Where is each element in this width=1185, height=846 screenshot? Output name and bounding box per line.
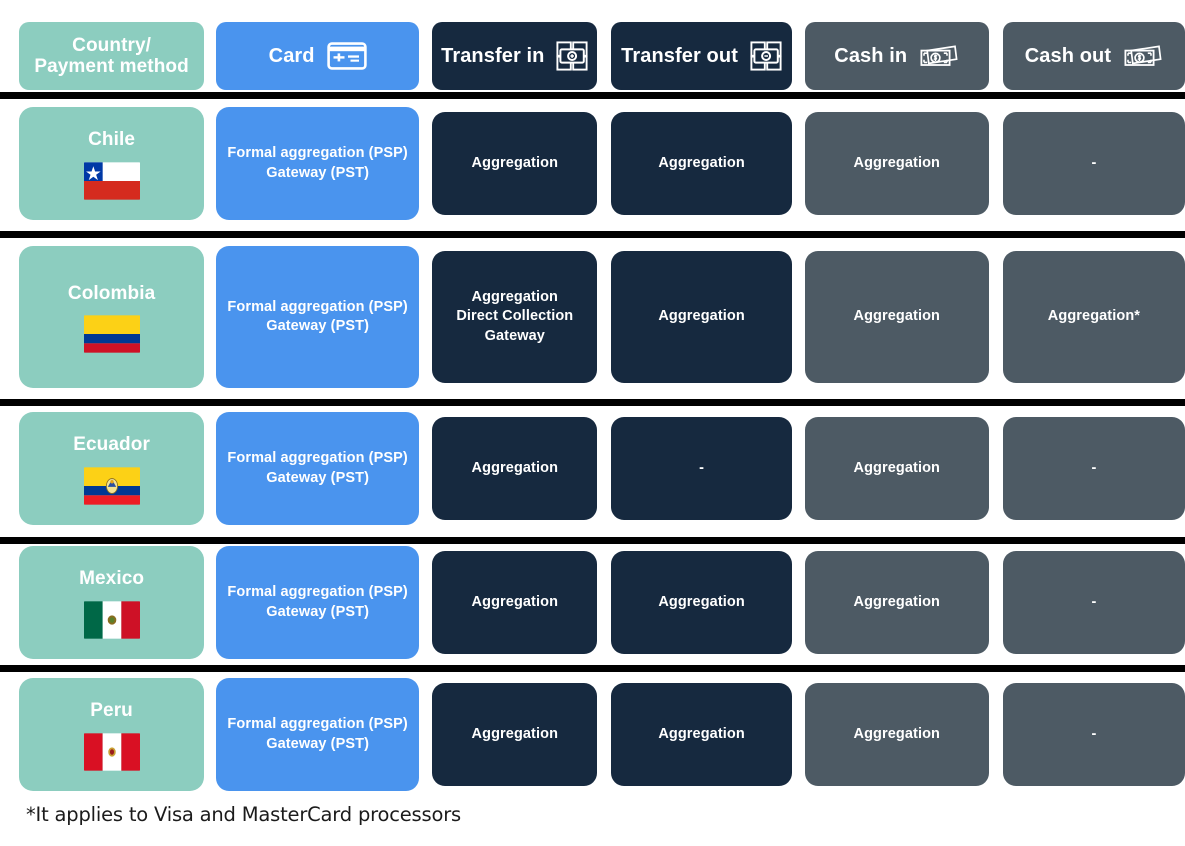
header-label-country: Country/ Payment method [34,34,189,77]
table-row: Mexico Formal aggregation (PSP) Gateway … [0,546,1185,659]
cash-out-value: - [1091,154,1097,171]
cash-out-cell-mexico: - [1002,551,1185,654]
peru-flag [83,732,140,771]
cash-out-value: - [1091,459,1097,476]
credit-card-icon [326,42,367,70]
transfer-in-value: Aggregation Direct Collection Gateway [456,289,574,344]
transfer-in-cell-mexico: Aggregation [432,551,598,654]
chile-flag [83,161,140,200]
transfer-out-value: Aggregation [658,725,745,742]
transfer-out-value: Aggregation [658,593,745,610]
country-cell-chile: Chile [19,107,205,220]
transfer-in-icon [556,41,589,71]
transfer-out-value: - [699,459,705,476]
header-cell-cash-in: Cash in [804,22,989,90]
transfer-in-cell-colombia: Aggregation Direct Collection Gateway [432,251,598,383]
header-cell-transfer-in: Transfer in [432,22,598,90]
cash-out-cell-peru: - [1002,683,1185,786]
cash-in-icon [919,42,959,70]
cash-out-value: Aggregation* [1047,308,1141,325]
cash-out-cell-colombia: Aggregation* [1002,251,1185,383]
transfer-in-value: Aggregation [471,593,559,610]
cash-in-cell-chile: Aggregation [804,112,989,215]
mexico-flag [83,600,140,639]
divider-bar-5 [0,665,1185,672]
header-cell-card: Card [216,22,420,90]
header-cell-cash-out: Cash out [1002,22,1185,90]
country-label: Colombia [67,282,156,304]
header-cell-transfer-out: Transfer out [611,22,792,90]
transfer-in-cell-ecuador: Aggregation [432,417,598,520]
cash-out-value: - [1091,725,1097,742]
table-row: Chile Formal aggregation (PSP) Gateway (… [0,107,1185,220]
card-cell-mexico: Formal aggregation (PSP) Gateway (PST) [216,546,420,659]
country-label: Peru [90,700,133,722]
cash-out-icon [1123,42,1163,70]
transfer-out-cell-ecuador: - [611,417,792,520]
table-header-row: Country/ Payment method Card Transfer in [0,22,1185,90]
header-label-transfer-out: Transfer out [621,44,738,67]
country-label: Chile [88,129,136,151]
cash-out-value: - [1091,593,1097,610]
transfer-in-value: Aggregation [471,725,559,742]
transfer-out-cell-colombia: Aggregation [611,251,792,383]
cash-in-cell-mexico: Aggregation [804,551,989,654]
country-cell-ecuador: Ecuador [19,412,205,525]
transfer-in-value: Aggregation [471,154,559,171]
header-label-transfer-in: Transfer in [441,44,545,67]
cash-in-value: Aggregation [853,308,940,325]
table-row: Peru Formal aggregation (PSP) Gateway (P… [0,678,1185,791]
cash-out-cell-chile: - [1002,112,1185,215]
header-cell-country: Country/ Payment method [19,22,205,90]
card-cell-colombia: Formal aggregation (PSP) Gateway (PST) [216,246,420,388]
divider-bar-2 [0,231,1185,238]
cash-in-cell-ecuador: Aggregation [804,417,989,520]
payment-methods-matrix: Country/ Payment method Card Transfer in [0,0,1185,846]
card-value: Formal aggregation (PSP) Gateway (PST) [227,145,408,181]
country-label: Mexico [79,568,145,590]
country-cell-peru: Peru [19,678,205,791]
header-label-cash-out: Cash out [1024,44,1112,67]
transfer-in-value: Aggregation [471,459,559,476]
cash-in-value: Aggregation [853,154,940,171]
country-cell-colombia: Colombia [19,246,205,388]
cash-in-cell-peru: Aggregation [804,683,989,786]
transfer-out-cell-chile: Aggregation [611,112,792,215]
transfer-in-cell-peru: Aggregation [432,683,598,786]
card-cell-ecuador: Formal aggregation (PSP) Gateway (PST) [216,412,420,525]
card-value: Formal aggregation (PSP) Gateway (PST) [227,450,408,486]
cash-in-value: Aggregation [853,593,940,610]
colombia-flag [83,315,140,353]
header-label-cash-in: Cash in [834,44,908,67]
transfer-out-icon [750,41,782,71]
transfer-out-cell-peru: Aggregation [611,683,792,786]
header-label-card: Card [268,44,315,67]
footnote-text: *It applies to Visa and MasterCard proce… [26,803,461,826]
country-label: Ecuador [73,434,150,456]
cash-in-value: Aggregation [853,725,940,742]
cash-in-cell-colombia: Aggregation [804,251,989,383]
table-row: Colombia Formal aggregation (PSP) Gatewa… [0,246,1185,388]
cash-out-cell-ecuador: - [1002,417,1185,520]
card-value: Formal aggregation (PSP) Gateway (PST) [227,584,408,620]
transfer-out-value: Aggregation [658,308,745,325]
transfer-in-cell-chile: Aggregation [432,112,598,215]
card-value: Formal aggregation (PSP) Gateway (PST) [227,716,408,752]
card-cell-peru: Formal aggregation (PSP) Gateway (PST) [216,678,420,791]
ecuador-flag [83,466,140,505]
transfer-out-cell-mexico: Aggregation [611,551,792,654]
divider-bar-3 [0,399,1185,406]
country-cell-mexico: Mexico [19,546,205,659]
divider-bar-4 [0,537,1185,544]
table-row: Ecuador Formal aggregation (PSP) Gateway… [0,412,1185,525]
card-cell-chile: Formal aggregation (PSP) Gateway (PST) [216,107,420,220]
divider-bar-1 [0,92,1185,99]
transfer-out-value: Aggregation [658,154,745,171]
card-value: Formal aggregation (PSP) Gateway (PST) [227,298,408,334]
cash-in-value: Aggregation [853,459,940,476]
